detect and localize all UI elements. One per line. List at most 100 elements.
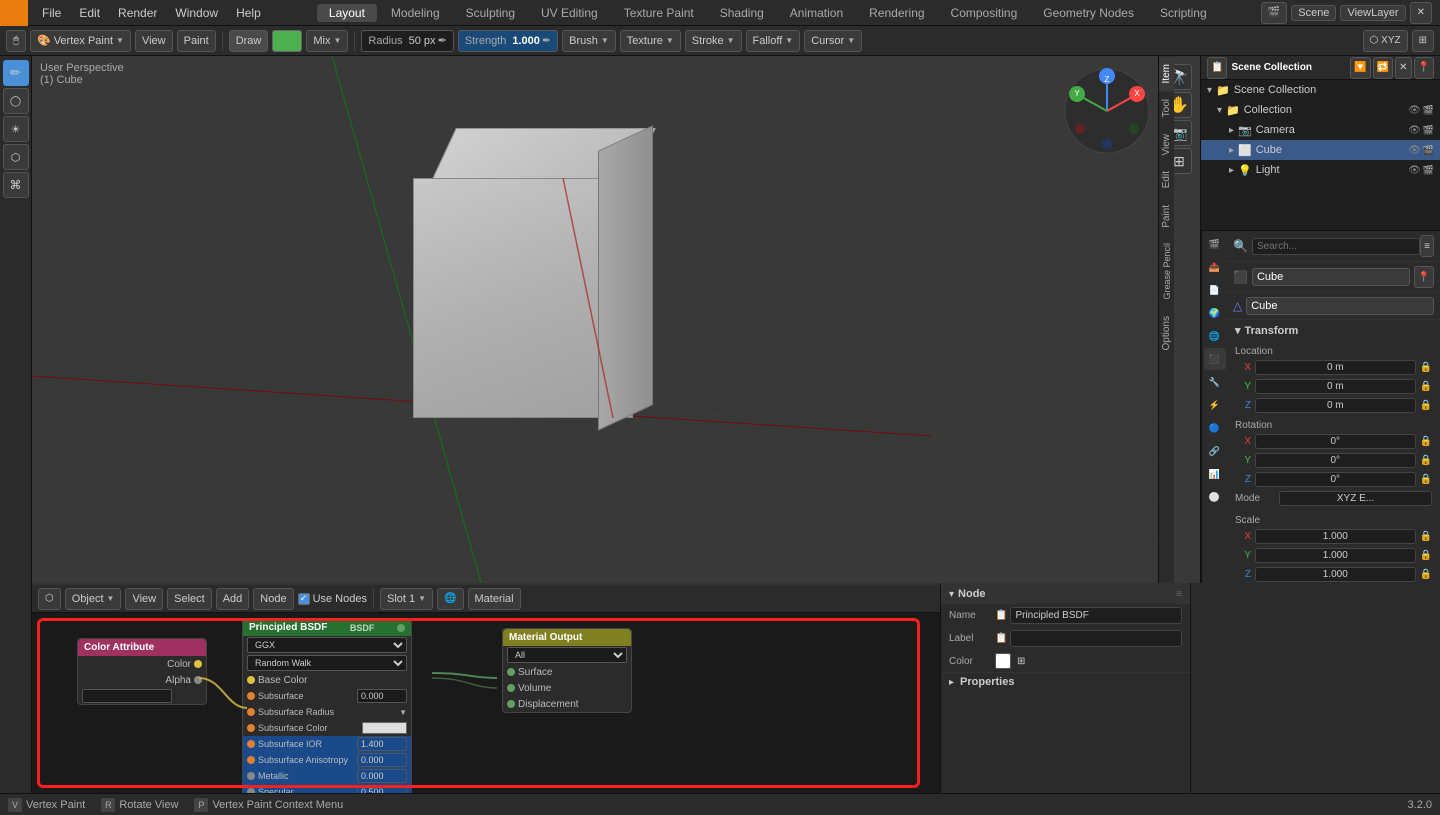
tool-tab[interactable]: Tool [1159,91,1174,125]
workspace-compositing[interactable]: Compositing [939,4,1030,22]
scene-selector[interactable]: Scene [1291,5,1336,21]
props-constraints-icon[interactable]: 🔗 [1204,440,1226,462]
outliner-sync-btn[interactable]: 🔁 [1373,57,1393,79]
props-particles-icon[interactable]: ⚡ [1204,394,1226,416]
props-physics-icon[interactable]: 🔵 [1204,417,1226,439]
bsdf-ggx-select[interactable]: GGX [247,637,407,653]
rotation-mode-field[interactable]: XYZ E... [1279,491,1432,506]
node-add-btn[interactable]: Add [216,588,250,610]
edit-tab[interactable]: Edit [1159,163,1174,196]
object-data-name-input[interactable] [1246,297,1434,315]
props-render-icon[interactable]: 🎬 [1204,233,1226,255]
bsdf-ggx-row[interactable]: GGX [243,636,411,654]
workspace-rendering[interactable]: Rendering [857,4,936,22]
location-z-field[interactable]: 0 m [1255,398,1416,413]
close-window-btn[interactable]: ✕ [1410,2,1432,24]
paint-btn[interactable]: Paint [177,30,216,52]
rotation-x-lock[interactable]: 🔒 [1420,436,1432,447]
mo-all-row[interactable]: All [503,646,631,664]
menu-render[interactable]: Render [110,4,165,22]
node-color-swatch[interactable] [995,653,1011,669]
mo-all-select[interactable]: All [507,647,627,663]
camera-eye-icon[interactable]: 👁 [1408,125,1421,136]
blur-tool-btn[interactable]: ◯ [3,88,29,114]
viewport-3d[interactable]: User Perspective (1) Cube [32,56,1200,583]
orientation-gizmo[interactable]: Z X Y [1062,66,1152,156]
view-tab[interactable]: View [1159,126,1174,164]
outliner-camera[interactable]: ▸ 📷 Camera 👁 🎬 [1201,120,1440,140]
light-render-icon[interactable]: 🎬 [1423,165,1434,176]
outliner-scene-collection[interactable]: ▾ 📁 Scene Collection [1201,80,1440,100]
bsdf-subaniso-input[interactable] [357,753,407,767]
vertex-paint-mode-btn[interactable]: 🎨 Vertex Paint ▼ [30,30,131,52]
render-settings-btn[interactable]: 🎬 [1261,2,1287,24]
workspace-geometry-nodes[interactable]: Geometry Nodes [1031,4,1146,22]
scale-x-field[interactable]: 1.000 [1255,529,1416,544]
slot-btn[interactable]: Slot 1 ▼ [380,588,433,610]
rotation-z-field[interactable]: 0° [1255,472,1416,487]
menu-window[interactable]: Window [167,4,226,22]
props-search-input[interactable] [1252,238,1420,255]
paint-tab[interactable]: Paint [1159,197,1174,236]
color-attribute-node[interactable]: Color Attribute Color Alpha [77,638,207,705]
cube-render-icon[interactable]: 🎬 [1423,145,1434,156]
radius-field[interactable]: Radius 50 px ✒ [361,30,453,52]
bsdf-specular-input[interactable] [357,785,407,793]
object-name-input[interactable] [1252,268,1410,286]
item-tab[interactable]: Item [1159,56,1174,91]
bsdf-subsurface-color-row[interactable]: Subsurface Color [243,720,411,736]
location-x-field[interactable]: 0 m [1255,360,1416,375]
editor-type-btn[interactable]: 🖱 [6,30,26,52]
workspace-modeling[interactable]: Modeling [379,4,452,22]
pin-object-btn[interactable]: 📍 [1414,266,1434,288]
node-properties-header-row[interactable]: ▸ Properties [941,673,1190,691]
outliner-cube[interactable]: ▸ ⬜ Cube 👁 🎬 [1201,140,1440,160]
bsdf-subsurface-radius-row[interactable]: Subsurface Radius ▼ [243,704,411,720]
bsdf-metallic-input[interactable] [357,769,407,783]
outliner-type-btn[interactable]: 📋 [1207,57,1227,79]
location-y-field[interactable]: 0 m [1255,379,1416,394]
menu-edit[interactable]: Edit [71,4,108,22]
menu-file[interactable]: File [34,4,69,22]
blend-mode-btn[interactable]: Mix ▼ [306,30,348,52]
outliner-filter-btn[interactable]: 🔽 [1350,57,1370,79]
rotation-z-lock[interactable]: 🔒 [1420,474,1432,485]
bsdf-subcolor-swatch[interactable] [362,722,407,734]
smear-tool-btn[interactable]: ⬡ [3,144,29,170]
falloff-btn[interactable]: Falloff ▼ [746,30,801,52]
collection-eye-icon[interactable]: 👁 [1408,105,1421,116]
principled-bsdf-node[interactable]: Principled BSDF BSDF GGX Random Walk [242,618,412,793]
scale-y-field[interactable]: 1.000 [1255,548,1416,563]
material-output-node[interactable]: Material Output All Surface Volume [502,628,632,713]
transform-header[interactable]: ▾ Transform [1227,320,1440,341]
location-y-lock[interactable]: 🔒 [1420,381,1432,392]
blender-logo[interactable] [0,0,28,26]
outliner-pin-btn[interactable]: 📍 [1414,57,1434,79]
props-output-icon[interactable]: 📤 [1204,256,1226,278]
average-tool-btn[interactable]: ☀ [3,116,29,142]
scale-z-lock[interactable]: 🔒 [1420,569,1432,580]
node-view-btn[interactable]: View [125,588,163,610]
node-section-header[interactable]: ▾ Node ≡ [941,584,1190,604]
brush-btn[interactable]: Brush ▼ [562,30,616,52]
bsdf-subior-input[interactable] [357,737,407,751]
overlay-btn[interactable]: ⬡ XYZ [1363,30,1408,52]
props-object-icon[interactable]: ⬛ [1204,348,1226,370]
color-swatch[interactable] [272,30,302,52]
props-data-icon[interactable]: 📊 [1204,463,1226,485]
props-modifier-icon[interactable]: 🔧 [1204,371,1226,393]
ca-input-row[interactable] [78,688,206,704]
props-scene-icon[interactable]: 🌍 [1204,302,1226,324]
location-x-lock[interactable]: 🔒 [1420,362,1432,373]
node-select-btn[interactable]: Select [167,588,212,610]
workspace-scripting[interactable]: Scripting [1148,4,1219,22]
camera-render-icon[interactable]: 🎬 [1423,125,1434,136]
scale-z-field[interactable]: 1.000 [1255,567,1416,582]
gizmo-btn[interactable]: ⊞ [1412,30,1434,52]
collection-render-icon[interactable]: 🎬 [1423,105,1434,116]
workspace-animation[interactable]: Animation [778,4,855,22]
bsdf-subsurface-aniso-row[interactable]: Subsurface Anisotropy [243,752,411,768]
bsdf-subsurface-input[interactable] [357,689,407,703]
draw-mode-btn[interactable]: Draw [229,30,269,52]
rotation-y-lock[interactable]: 🔒 [1420,455,1432,466]
